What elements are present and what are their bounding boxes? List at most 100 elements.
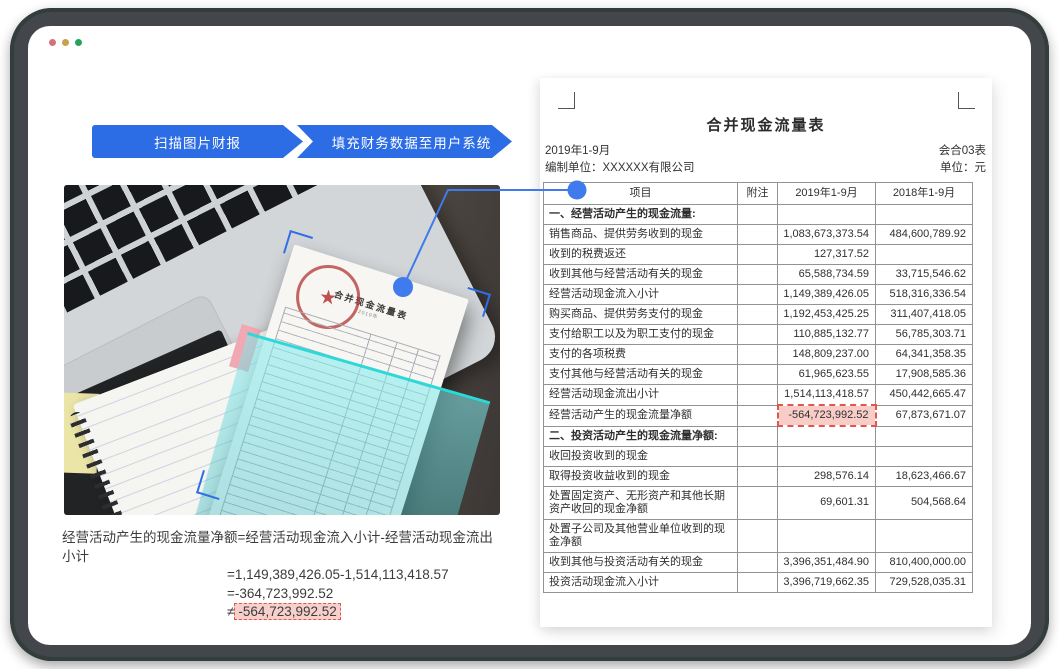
cell-v2019: 1,192,453,425.25: [778, 305, 876, 325]
table-row: 支付的各项税费148,809,237.0064,341,358.35: [544, 345, 973, 365]
cell-note: [738, 205, 778, 225]
crop-mark-right-icon: [958, 92, 975, 109]
formula-line-4: ≠-564,723,992.52: [227, 603, 502, 622]
table-row: 二、投资活动产生的现金流量净额:: [544, 426, 973, 446]
formula-line-3: =-364,723,992.52: [227, 585, 502, 604]
sheet-meta-row-2: 编制单位：XXXXXX有限公司 单位：元: [545, 159, 986, 175]
cell-item: 收到其他与投资活动有关的现金: [544, 552, 738, 572]
cell-note: [738, 285, 778, 305]
table-row: 经营活动现金流出小计 1,514,113,418.57450,442,665.47: [544, 385, 973, 406]
cell-v2018: 504,568.64: [876, 486, 973, 519]
cell-v2019: [778, 205, 876, 225]
cell-note: [738, 305, 778, 325]
cell-v2019: 69,601.31: [778, 486, 876, 519]
flow-step-scan: 扫描图片财报: [92, 125, 303, 158]
cell-v2019: 148,809,237.00: [778, 345, 876, 365]
cell-v2018: [876, 426, 973, 446]
stamp-star-glyph: ★: [318, 284, 338, 311]
table-row: 收到其他与经营活动有关的现金 65,588,734.5933,715,546.62: [544, 265, 973, 285]
cell-v2019: 1,514,113,418.57: [778, 385, 876, 406]
table-row: 支付给职工以及为职工支付的现金 110,885,132.7756,785,303.…: [544, 325, 973, 345]
scan-photo: ★ 合并现金流量表 2019年: [64, 185, 500, 515]
cell-v2018: 518,316,336.54: [876, 285, 973, 305]
cell-item: 支付的各项税费: [544, 345, 738, 365]
col-header-item: 项目: [544, 183, 738, 205]
maximize-button-icon[interactable]: [75, 39, 82, 46]
table-row: 经营活动现金流入小计 1,149,389,426.05518,316,336.54: [544, 285, 973, 305]
cell-v2018: 729,528,035.31: [876, 572, 973, 592]
cell-v2018: 450,442,665.47: [876, 385, 973, 406]
close-button-icon[interactable]: [49, 39, 56, 46]
cell-v2018: [876, 205, 973, 225]
cell-v2019: 1,083,673,373.54: [778, 225, 876, 245]
cell-item: 处置固定资产、无形资产和其他长期资产收回的现金净额: [544, 486, 738, 519]
table-row: 取得投资收益收到的现金298,576.1418,623,466.67: [544, 466, 973, 486]
cell-note: [738, 486, 778, 519]
flow-step-scan-label: 扫描图片财报: [154, 132, 241, 152]
cell-v2018: 67,873,671.07: [876, 405, 973, 426]
sheet-unit: 单位：元: [940, 159, 986, 175]
sheet-prepared-by: 编制单位：XXXXXX有限公司: [545, 159, 695, 175]
table-row: 处置固定资产、无形资产和其他长期资产收回的现金净额 69,601.31504,56…: [544, 486, 973, 519]
sheet-meta-row-1: 2019年1-9月 会合03表: [545, 142, 986, 158]
cell-item: 支付给职工以及为职工支付的现金: [544, 325, 738, 345]
cell-note: [738, 365, 778, 385]
cell-v2018: 311,407,418.05: [876, 305, 973, 325]
table-row: 一、经营活动产生的现金流量:: [544, 205, 973, 225]
cell-v2019: [778, 519, 876, 552]
crop-mark-left-icon: [558, 92, 575, 109]
cell-v2019: 110,885,132.77: [778, 325, 876, 345]
flow-step-fill-label: 填充财务数据至用户系统: [332, 132, 492, 152]
table-row: 处置子公司及其他营业单位收到的现金净额: [544, 519, 973, 552]
cell-v2019: [778, 446, 876, 466]
cell-note: [738, 572, 778, 592]
cell-item: 二、投资活动产生的现金流量净额:: [544, 426, 738, 446]
table-row: 收到的税费返还127,317.52: [544, 245, 973, 265]
sheet-period: 2019年1-9月: [545, 142, 610, 158]
cell-v2018: 56,785,303.71: [876, 325, 973, 345]
formula-line-2: =1,149,389,426.05-1,514,113,418.57: [227, 566, 502, 585]
cell-item: 处置子公司及其他营业单位收到的现金净额: [544, 519, 738, 552]
cell-item: 经营活动现金流出小计: [544, 385, 738, 406]
sheet-title: 合并现金流量表: [540, 114, 992, 135]
cell-item: 一、经营活动产生的现金流量:: [544, 205, 738, 225]
app-window: 扫描图片财报 填充财务数据至用户系统 ★ 合并现金流量表 2019年 经营活动: [0, 0, 1059, 669]
cell-item: 收回投资收到的现金: [544, 446, 738, 466]
table-row: 收回投资收到的现金: [544, 446, 973, 466]
cell-item: 取得投资收益收到的现金: [544, 466, 738, 486]
cell-v2019: 127,317.52: [778, 245, 876, 265]
minimize-button-icon[interactable]: [62, 39, 69, 46]
table-row: 销售商品、提供劳务收到的现金1,083,673,373.54484,600,78…: [544, 225, 973, 245]
table-row: 购买商品、提供劳务支付的现金1,192,453,425.25311,407,41…: [544, 305, 973, 325]
table-row: 投资活动现金流入小计3,396,719,662.35729,528,035.31: [544, 572, 973, 592]
cashflow-table-body: 一、经营活动产生的现金流量:销售商品、提供劳务收到的现金1,083,673,37…: [544, 205, 973, 593]
cell-v2018: 33,715,546.62: [876, 265, 973, 285]
table-row: 收到其他与投资活动有关的现金3,396,351,484.90810,400,00…: [544, 552, 973, 572]
cell-note: [738, 385, 778, 406]
cell-note: [738, 552, 778, 572]
flow-step-fill: 填充财务数据至用户系统: [297, 125, 512, 158]
cell-note: [738, 325, 778, 345]
cell-v2018: 484,600,789.92: [876, 225, 973, 245]
formula-line-1: 经营活动产生的现金流量净额=经营活动现金流入小计-经营活动现金流出小计: [62, 529, 502, 566]
cell-note: [738, 265, 778, 285]
cell-note: [738, 225, 778, 245]
sheet-table-code: 会合03表: [939, 142, 986, 158]
cell-v2019: 61,965,623.55: [778, 365, 876, 385]
cell-item: 投资活动现金流入小计: [544, 572, 738, 592]
cell-note: [738, 446, 778, 466]
cell-item: 经营活动现金流入小计: [544, 285, 738, 305]
cell-v2019: 1,149,389,426.05: [778, 285, 876, 305]
cell-v2019: 65,588,734.59: [778, 265, 876, 285]
cashflow-sheet: 合并现金流量表 2019年1-9月 会合03表 编制单位：XXXXXX有限公司 …: [540, 78, 992, 627]
cell-item: 支付其他与经营活动有关的现金: [544, 365, 738, 385]
cell-note: [738, 245, 778, 265]
window-controls: [49, 39, 82, 46]
cell-item: 经营活动产生的现金流量净额: [544, 405, 738, 426]
cell-v2018: [876, 519, 973, 552]
table-row: 经营活动产生的现金流量净额-564,723,992.5267,873,671.0…: [544, 405, 973, 426]
cashflow-table: 项目 附注 2019年1-9月 2018年1-9月 一、经营活动产生的现金流量:…: [543, 182, 973, 593]
cell-note: [738, 405, 778, 426]
cell-item: 收到其他与经营活动有关的现金: [544, 265, 738, 285]
cell-v2018: [876, 446, 973, 466]
